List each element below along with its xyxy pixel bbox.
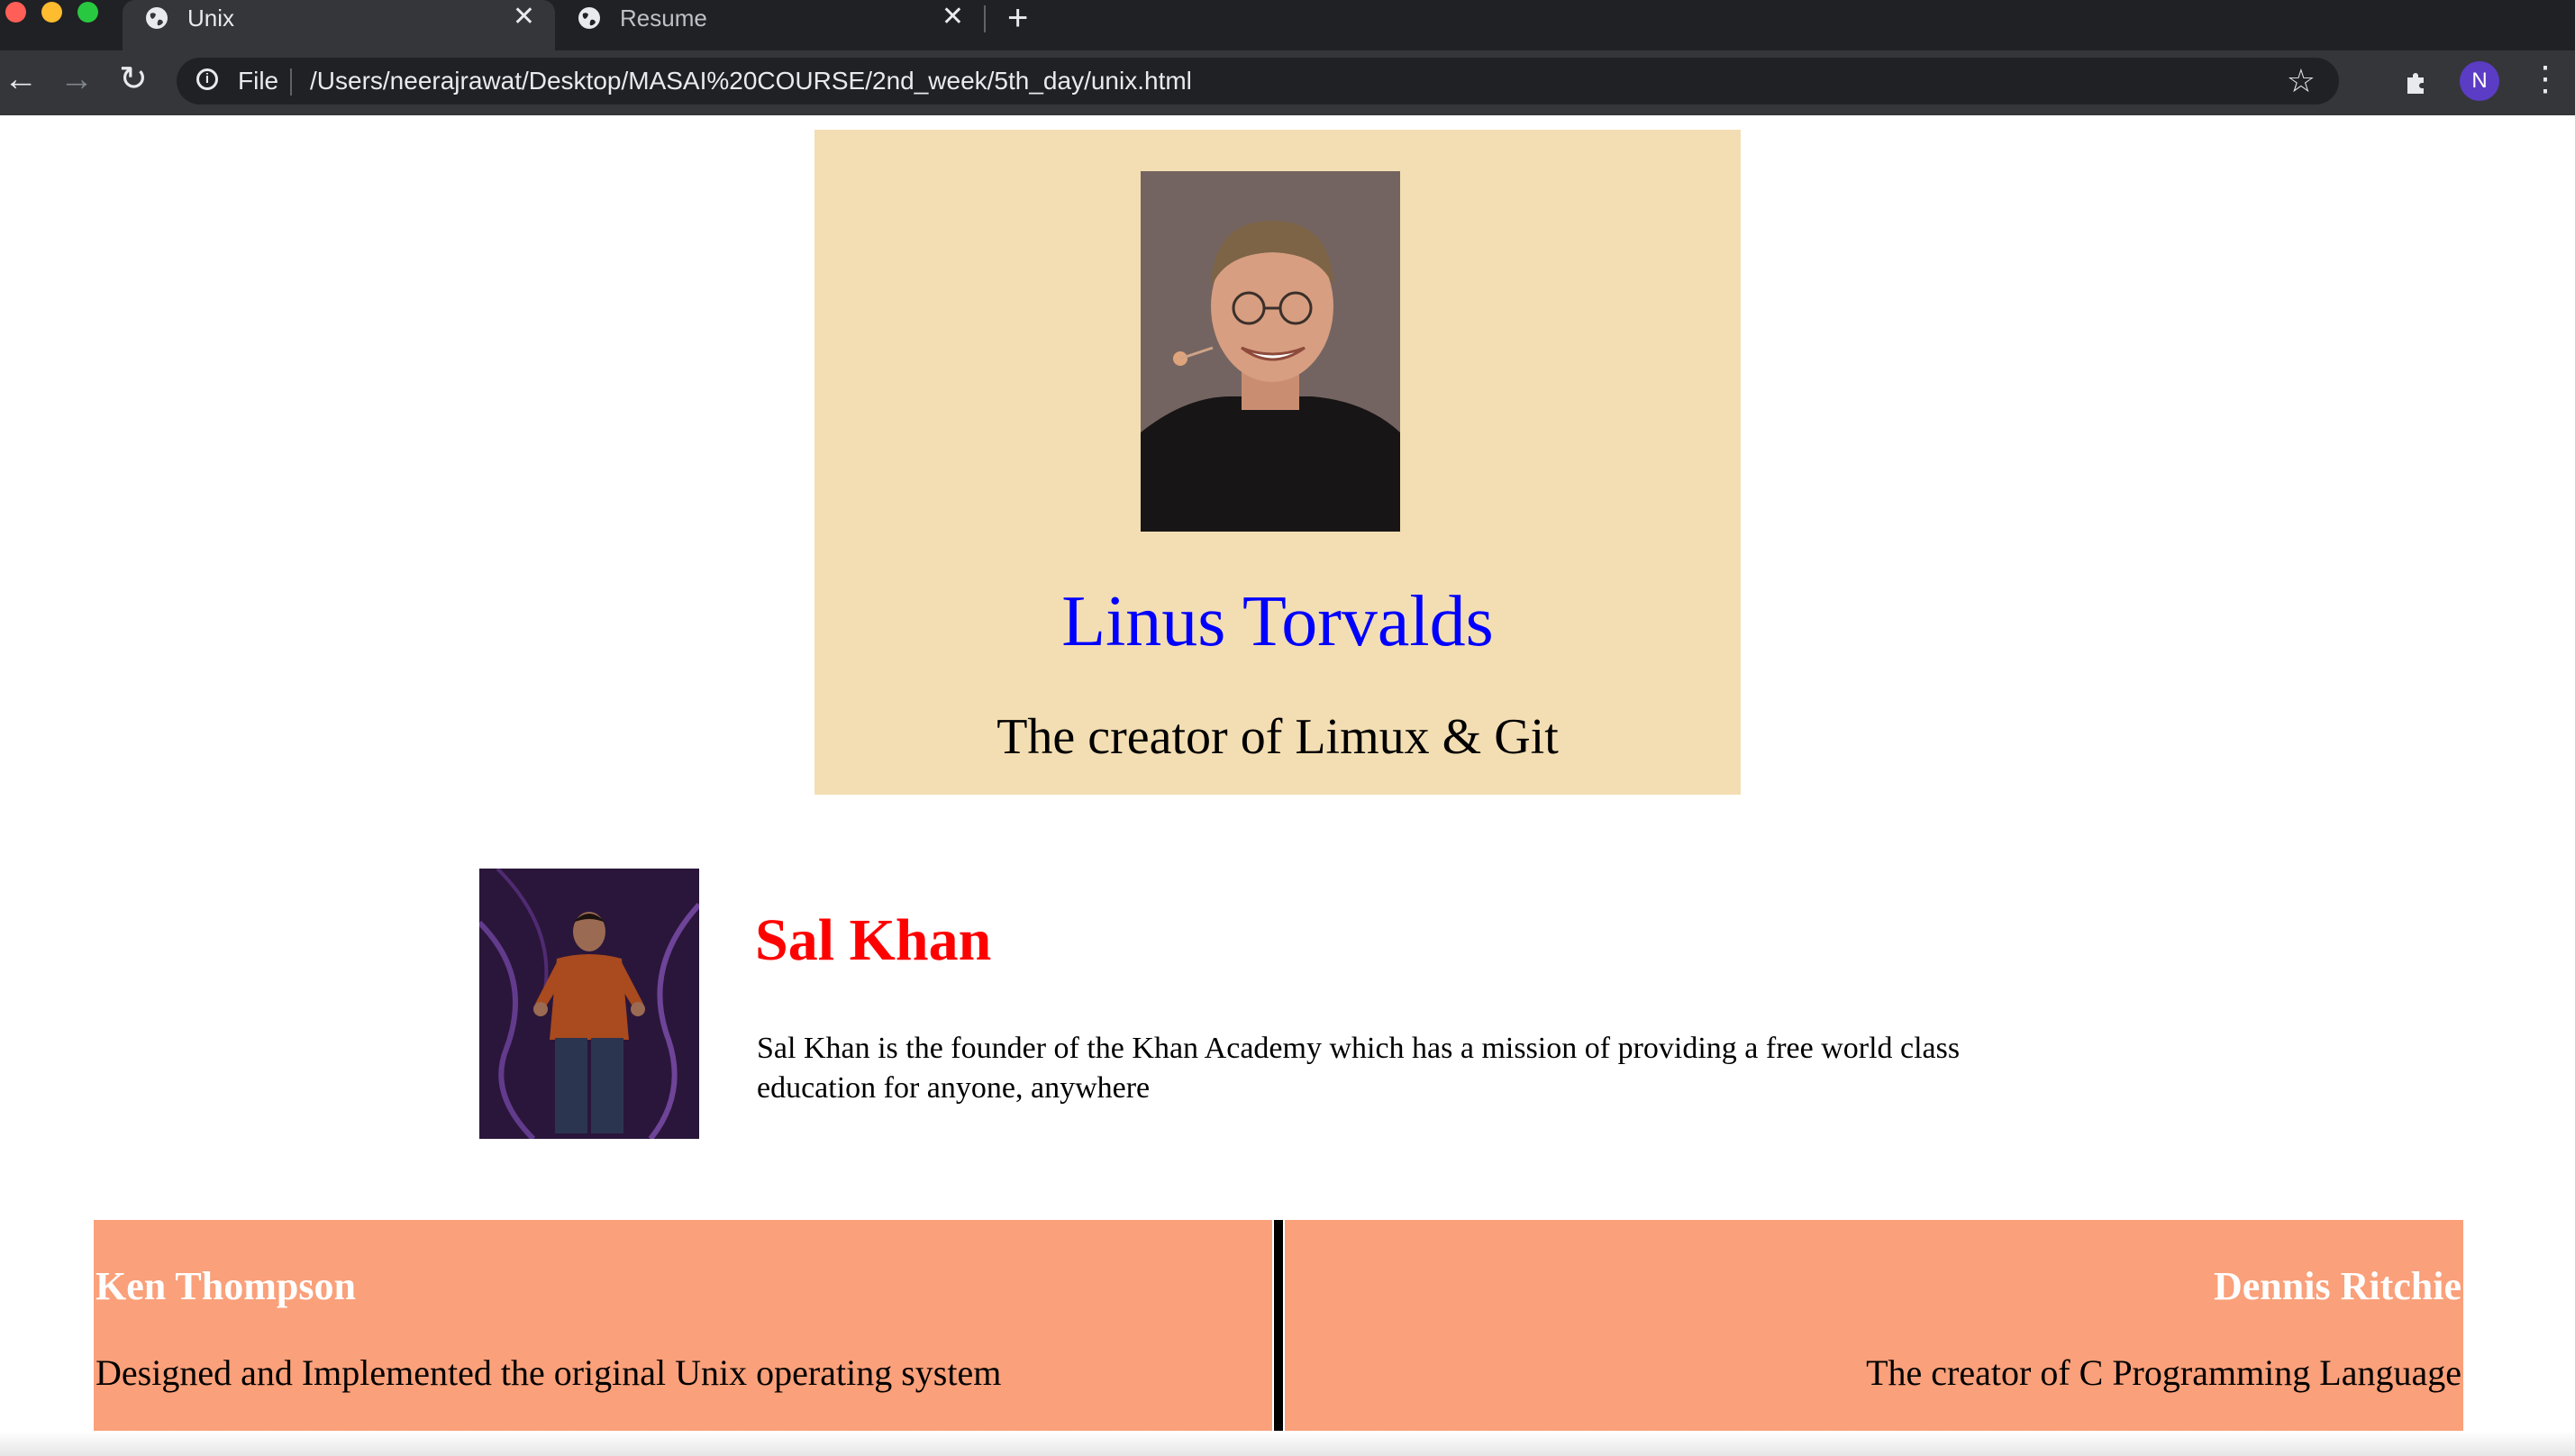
info-icon[interactable]: i bbox=[196, 68, 218, 90]
tab-separator bbox=[984, 5, 986, 32]
reload-icon[interactable]: ↻ bbox=[119, 61, 148, 97]
page-content: Linus Torvalds The creator of Limux & Gi… bbox=[0, 115, 2575, 1456]
tab-title: Unix bbox=[187, 5, 235, 32]
close-tab-icon[interactable]: ✕ bbox=[513, 4, 535, 31]
forward-arrow-icon[interactable]: → bbox=[59, 61, 94, 97]
new-tab-button[interactable]: + bbox=[1007, 0, 1028, 36]
person-card-ken-thompson: Ken Thompson Designed and Implemented th… bbox=[94, 1220, 1272, 1436]
back-arrow-icon[interactable]: ← bbox=[4, 61, 38, 97]
bottom-edge bbox=[0, 1431, 2575, 1456]
address-separator bbox=[290, 68, 292, 96]
scheme-label: File bbox=[238, 67, 279, 95]
person-card-dennis-ritchie: Dennis Ritchie The creator of C Programm… bbox=[1285, 1220, 2463, 1436]
tab-resume[interactable]: Resume ✕ bbox=[555, 0, 984, 50]
address-bar[interactable]: i File /Users/neerajrawat/Desktop/MASAI%… bbox=[177, 58, 2339, 105]
maximize-window-button[interactable] bbox=[77, 2, 98, 23]
person-name: Ken Thompson bbox=[96, 1264, 356, 1308]
more-menu-icon[interactable]: ⋮ bbox=[2528, 61, 2562, 97]
featured-person-description: The creator of Limux & Git bbox=[996, 709, 1559, 765]
profile-name: Sal Khan bbox=[755, 907, 992, 973]
vertical-divider bbox=[1274, 1220, 1283, 1436]
person-name: Dennis Ritchie bbox=[2214, 1264, 2461, 1308]
tab-title: Resume bbox=[620, 5, 707, 32]
extensions-puzzle-icon[interactable] bbox=[2402, 68, 2431, 97]
person-description: Designed and Implemented the original Un… bbox=[96, 1352, 1002, 1393]
tab-unix[interactable]: Unix ✕ bbox=[123, 0, 555, 50]
globe-icon bbox=[578, 7, 600, 29]
profile-description: Sal Khan is the founder of the Khan Acad… bbox=[757, 1032, 1961, 1105]
linus-torvalds-photo bbox=[1141, 171, 1400, 532]
minimize-window-button[interactable] bbox=[41, 2, 62, 23]
url-text[interactable]: /Users/neerajrawat/Desktop/MASAI%20COURS… bbox=[310, 66, 1192, 96]
sal-khan-photo bbox=[479, 869, 699, 1139]
people-row: Ken Thompson Designed and Implemented th… bbox=[94, 1220, 2463, 1436]
featured-person-name: Linus Torvalds bbox=[1061, 582, 1494, 661]
close-tab-icon[interactable]: ✕ bbox=[942, 4, 964, 31]
person-description: The creator of C Programming Language bbox=[1866, 1352, 2461, 1393]
featured-person-card: Linus Torvalds The creator of Limux & Gi… bbox=[814, 130, 1741, 795]
profile-avatar[interactable]: N bbox=[2460, 61, 2499, 101]
tab-bar: Unix ✕ Resume ✕ + bbox=[0, 0, 2575, 50]
globe-icon bbox=[146, 7, 168, 29]
close-window-button[interactable] bbox=[5, 2, 26, 23]
bookmark-star-icon[interactable]: ☆ bbox=[2287, 63, 2316, 99]
browser-toolbar: ← → ↻ i File /Users/neerajrawat/Desktop/… bbox=[0, 50, 2575, 115]
